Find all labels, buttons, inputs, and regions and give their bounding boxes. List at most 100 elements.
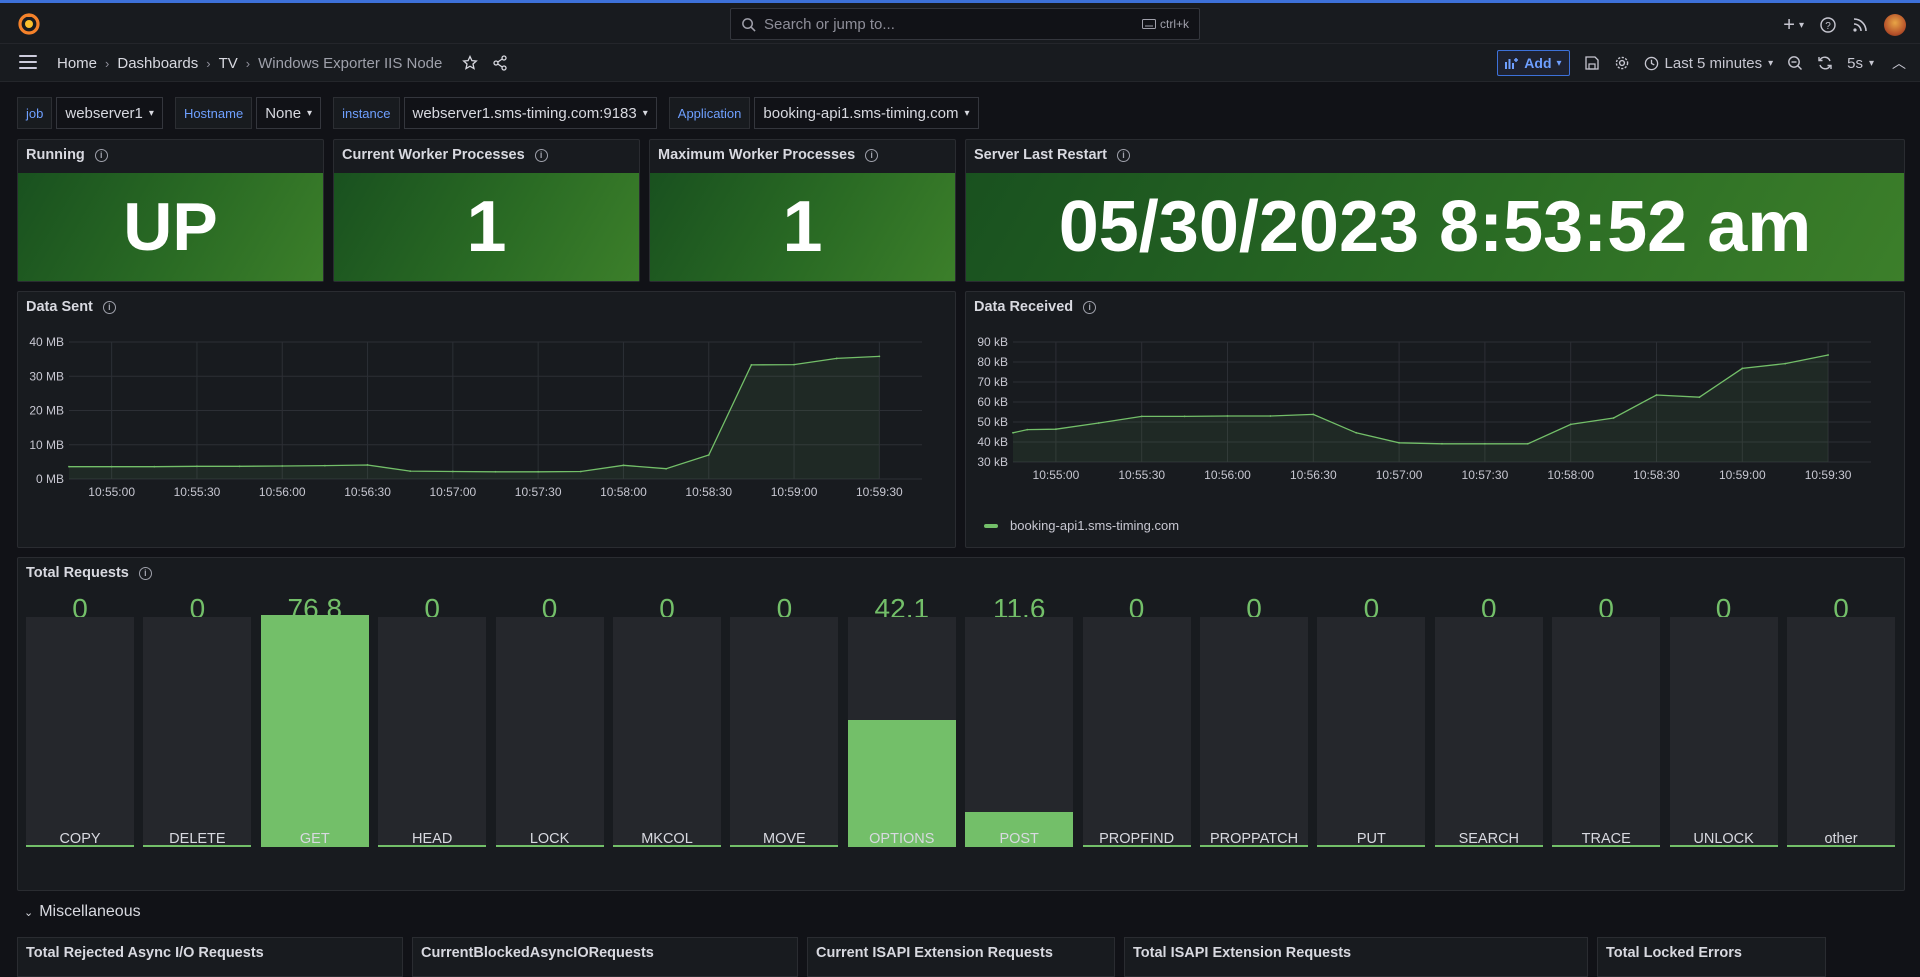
bar-unlock[interactable]: 0 UNLOCK xyxy=(1669,593,1778,847)
breadcrumb-folder[interactable]: TV xyxy=(219,55,238,72)
bar-category-label: DELETE xyxy=(169,831,226,847)
bar-move[interactable]: 0 MOVE xyxy=(730,593,839,847)
save-icon[interactable] xyxy=(1584,55,1600,71)
panel-blocked-async[interactable]: CurrentBlockedAsyncIORequests xyxy=(412,937,798,977)
variable-select-application[interactable]: booking-api1.sms-timing.com ▾ xyxy=(754,97,979,129)
menu-icon[interactable] xyxy=(19,55,37,69)
search-input[interactable]: Search or jump to... ctrl+k xyxy=(730,8,1200,40)
chevron-right-icon: › xyxy=(245,55,251,71)
variable-select-instance[interactable]: webserver1.sms-timing.com:9183 ▾ xyxy=(403,97,657,129)
variable-select-job[interactable]: webserver1 ▾ xyxy=(56,97,163,129)
bar-category-label: HEAD xyxy=(412,831,453,847)
total-requests-panel[interactable]: Total Requests i 0 COPY 0 DELETE 76.8 GET 0 HEAD… xyxy=(17,557,1905,891)
bar-post[interactable]: 11.6 POST xyxy=(965,593,1074,847)
data-point xyxy=(1140,415,1143,418)
chevron-down-icon: ▾ xyxy=(964,107,970,119)
bar-lock[interactable]: 0 LOCK xyxy=(495,593,604,847)
bar-get[interactable]: 76.8 GET xyxy=(260,593,369,847)
data-point xyxy=(1484,442,1486,445)
panel-locked-errors[interactable]: Total Locked Errors xyxy=(1597,937,1826,977)
share-icon[interactable] xyxy=(492,55,508,71)
stat-panel-max-workers[interactable]: Maximum Worker Processes i 1 xyxy=(649,139,956,282)
variable-application: Application booking-api1.sms-timing.com ▾ xyxy=(668,97,979,129)
bar-track xyxy=(378,617,487,847)
bar-copy[interactable]: 0 COPY xyxy=(26,593,134,847)
panel-total-isapi[interactable]: Total ISAPI Extension Requests xyxy=(1124,937,1588,977)
x-tick-label: 10:59:00 xyxy=(771,485,818,499)
variable-label: job xyxy=(17,97,53,129)
variables-bar: job webserver1 ▾ Hostname None ▾ instance … xyxy=(17,97,991,129)
row-miscellaneous[interactable]: ⌄ Miscellaneous xyxy=(24,903,141,921)
stat-panel-current-workers[interactable]: Current Worker Processes i 1 xyxy=(333,139,640,282)
info-icon[interactable]: i xyxy=(102,300,116,314)
help-icon[interactable]: ? xyxy=(1820,17,1836,33)
breadcrumb: Home › Dashboards › TV › Windows Exporte… xyxy=(57,44,508,82)
variable-select-hostname[interactable]: None ▾ xyxy=(256,97,322,129)
bar-head[interactable]: 0 HEAD xyxy=(378,593,487,847)
avatar[interactable] xyxy=(1884,14,1906,36)
bar-category-label: UNLOCK xyxy=(1693,831,1754,847)
bar-search[interactable]: 0 SEARCH xyxy=(1434,593,1543,847)
panel-title: Total Requests i xyxy=(26,565,152,581)
variable-label: Application xyxy=(668,97,751,129)
chevron-down-icon: ▾ xyxy=(1556,57,1562,69)
data-sent-panel[interactable]: Data Sent i 0 MB 10 MB 20 MB 30 MB 40 MB 10:55… xyxy=(17,291,956,548)
stat-panel-running[interactable]: Running i UP xyxy=(17,139,324,282)
data-point xyxy=(1398,441,1400,444)
y-tick-label: 50 kB xyxy=(977,415,1008,429)
time-range-picker[interactable]: Last 5 minutes ▾ xyxy=(1644,55,1773,72)
info-icon[interactable]: i xyxy=(1117,148,1130,162)
data-point xyxy=(451,470,454,473)
x-tick-label: 10:56:30 xyxy=(344,485,391,499)
breadcrumb-dashboards[interactable]: Dashboards xyxy=(117,55,198,72)
data-received-panel[interactable]: Data Received i 30 kB 40 kB 50 kB 60 kB 70 kB… xyxy=(965,291,1905,548)
panel-rejected-async[interactable]: Total Rejected Async I/O Requests xyxy=(17,937,403,977)
data-point xyxy=(110,465,113,468)
gear-icon[interactable] xyxy=(1614,55,1630,71)
bar-mkcol[interactable]: 0 MKCOL xyxy=(613,593,721,847)
info-icon[interactable]: i xyxy=(865,148,879,162)
data-point xyxy=(1183,415,1186,418)
chevron-down-icon[interactable]: ▾ xyxy=(1799,20,1804,31)
data-point xyxy=(1784,362,1787,365)
bar-category-label: TRACE xyxy=(1581,831,1631,847)
panel-current-isapi[interactable]: Current ISAPI Extension Requests xyxy=(807,937,1115,977)
data-point xyxy=(153,465,156,468)
x-tick-label: 10:56:00 xyxy=(1204,468,1251,482)
zoom-out-icon[interactable] xyxy=(1787,55,1803,71)
plus-icon[interactable]: + xyxy=(1783,14,1795,37)
bar-proppatch[interactable]: 0 PROPPATCH xyxy=(1200,593,1308,847)
rss-icon[interactable] xyxy=(1852,17,1868,33)
grafana-logo-icon[interactable] xyxy=(17,12,41,36)
info-icon[interactable]: i xyxy=(94,148,108,162)
refresh-interval-picker[interactable]: 5s ▾ xyxy=(1847,55,1874,72)
data-point xyxy=(1269,415,1272,417)
bar-category-label: PROPFIND xyxy=(1099,831,1175,847)
bar-other[interactable]: 0 other xyxy=(1787,593,1895,847)
bar-propfind[interactable]: 0 PROPFIND xyxy=(1082,593,1191,847)
data-point xyxy=(579,470,582,473)
data-point xyxy=(366,464,369,466)
chart-legend[interactable]: booking-api1.sms-timing.com xyxy=(984,518,1179,533)
bar-track xyxy=(613,617,721,847)
panel-title: Server Last Restart i xyxy=(974,147,1130,163)
breadcrumb-home[interactable]: Home xyxy=(57,55,97,72)
bar-track xyxy=(1669,617,1778,847)
panel-title: Data Received i xyxy=(974,299,1097,315)
data-point xyxy=(68,465,70,468)
bar-delete[interactable]: 0 DELETE xyxy=(143,593,252,847)
refresh-icon[interactable] xyxy=(1817,55,1833,71)
bar-options[interactable]: 42.1 OPTIONS xyxy=(847,593,956,847)
stat-panel-last-restart[interactable]: Server Last Restart i 05/30/2023 8:53:52 … xyxy=(965,139,1905,282)
bar-trace[interactable]: 0 TRACE xyxy=(1552,593,1661,847)
chevron-up-icon[interactable]: ︿ xyxy=(1892,53,1906,73)
data-point xyxy=(494,470,497,473)
add-button[interactable]: Add ▾ xyxy=(1497,50,1570,76)
info-icon[interactable]: i xyxy=(534,148,548,162)
bar-category-label: PUT xyxy=(1356,831,1386,847)
star-icon[interactable] xyxy=(462,55,479,71)
info-icon[interactable]: i xyxy=(1083,300,1097,314)
bar-put[interactable]: 0 PUT xyxy=(1317,593,1426,847)
x-tick-label: 10:55:00 xyxy=(88,485,135,499)
info-icon[interactable]: i xyxy=(138,566,152,580)
